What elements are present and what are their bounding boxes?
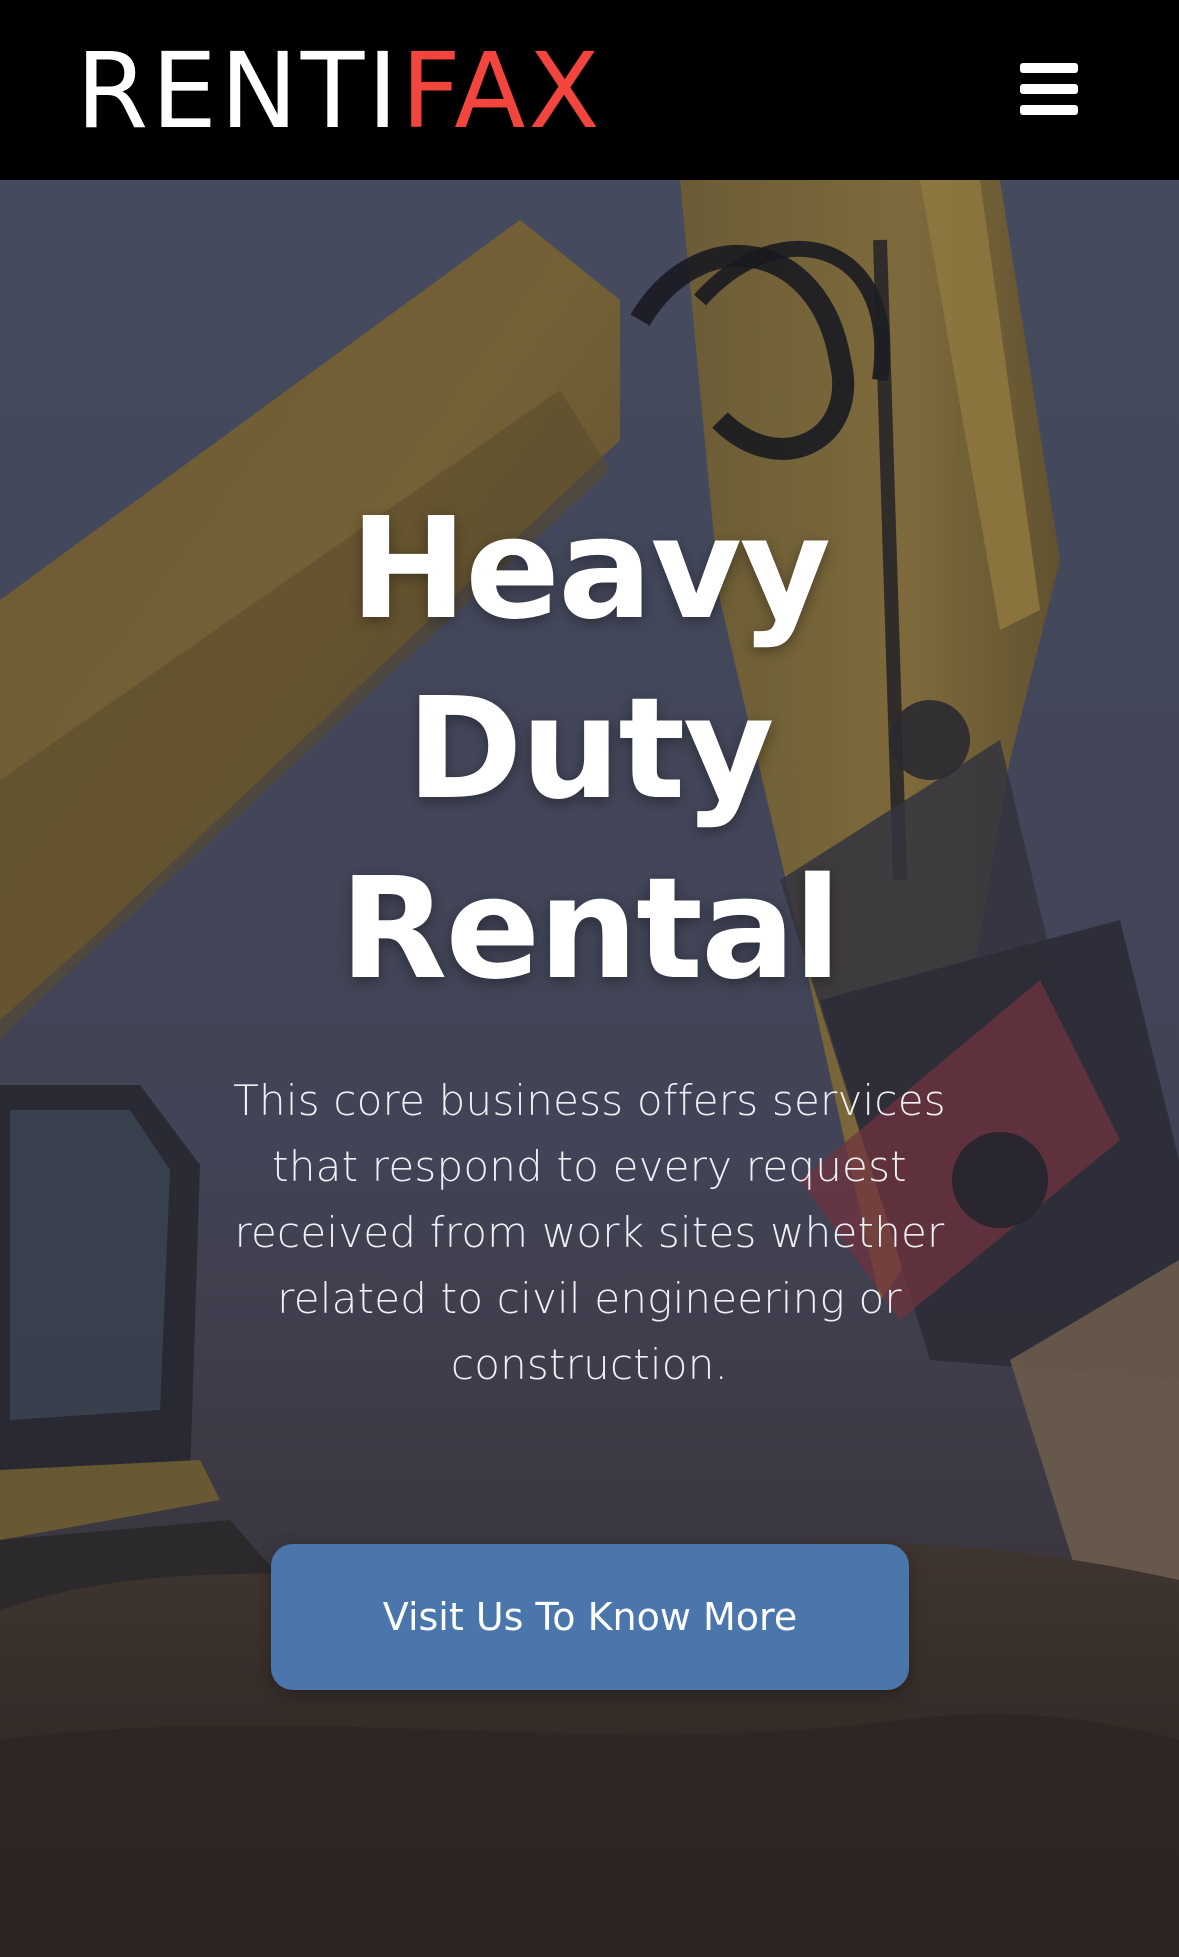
site-header: RENTIFAX bbox=[0, 0, 1179, 180]
hero-section: Heavy Duty Rental This core business off… bbox=[0, 180, 1179, 1957]
hero-title: Heavy Duty Rental bbox=[0, 480, 1179, 1020]
brand-logo[interactable]: RENTIFAX bbox=[76, 36, 603, 146]
logo-text-accent: FAX bbox=[400, 30, 603, 152]
logo-text-primary: RENTI bbox=[76, 30, 401, 152]
menu-bar-top bbox=[1020, 63, 1078, 73]
visit-us-button[interactable]: Visit Us To Know More bbox=[271, 1544, 909, 1690]
hero-description: This core business offers services that … bbox=[233, 1076, 946, 1389]
menu-bar-middle bbox=[1020, 84, 1078, 94]
hero-title-line-3: Rental bbox=[339, 848, 842, 1011]
hero-title-line-1: Heavy bbox=[349, 488, 831, 651]
hero-title-line-2: Duty bbox=[406, 668, 774, 831]
menu-bar-bottom bbox=[1020, 105, 1078, 115]
hamburger-menu-icon[interactable] bbox=[1020, 63, 1078, 115]
